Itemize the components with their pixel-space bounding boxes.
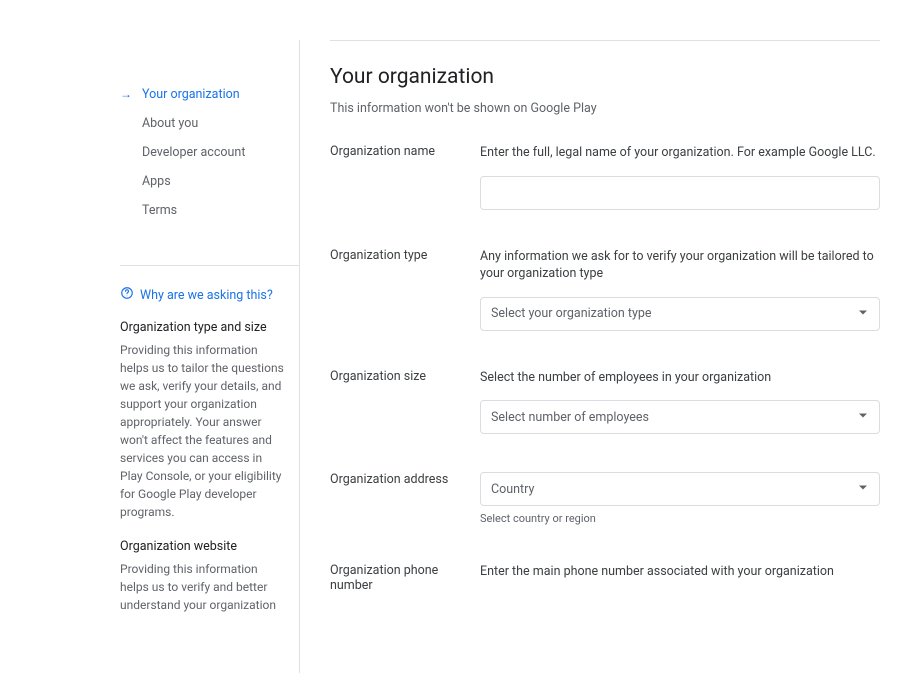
org-name-field: Enter the full, legal name of your organ… xyxy=(480,144,880,210)
org-name-input[interactable] xyxy=(480,176,880,210)
page-subtitle: This information won't be shown on Googl… xyxy=(330,101,880,116)
sidebar: → Your organization About you Developer … xyxy=(100,40,300,673)
org-address-sub-help: Select country or region xyxy=(480,512,880,525)
org-size-placeholder: Select number of employees xyxy=(491,410,649,425)
org-size-select-wrap: Select number of employees xyxy=(480,400,880,434)
nav-label: Your organization xyxy=(142,87,240,102)
help-header-text: Why are we asking this? xyxy=(140,288,273,303)
form-row-org-type: Organization type Any information we ask… xyxy=(330,248,880,331)
help-block-text: Providing this information helps us to v… xyxy=(120,560,287,614)
org-type-select[interactable]: Select your organization type xyxy=(480,297,880,331)
org-type-field: Any information we ask for to verify you… xyxy=(480,248,880,331)
org-phone-help: Enter the main phone number associated w… xyxy=(480,563,880,581)
org-address-select-wrap: Country xyxy=(480,472,880,506)
nav-label: About you xyxy=(142,116,198,131)
nav-list: → Your organization About you Developer … xyxy=(120,80,299,225)
org-address-label: Organization address xyxy=(330,472,480,487)
org-name-help: Enter the full, legal name of your organ… xyxy=(480,144,880,162)
nav-label: Terms xyxy=(142,203,177,218)
sidebar-item-developer-account[interactable]: Developer account xyxy=(120,138,299,167)
help-header[interactable]: Why are we asking this? xyxy=(120,286,287,304)
org-size-label: Organization size xyxy=(330,369,480,384)
top-rule xyxy=(330,40,880,41)
org-type-select-wrap: Select your organization type xyxy=(480,297,880,331)
help-circle-icon xyxy=(120,286,140,304)
org-address-placeholder: Country xyxy=(491,482,534,497)
org-size-help: Select the number of employees in your o… xyxy=(480,369,880,387)
sidebar-item-about-you[interactable]: About you xyxy=(120,109,299,138)
form-row-org-phone: Organization phone number Enter the main… xyxy=(330,563,880,595)
org-type-help: Any information we ask for to verify you… xyxy=(480,248,880,283)
org-address-field: Country Select country or region xyxy=(480,472,880,525)
help-block-title: Organization type and size xyxy=(120,320,287,335)
arrow-right-icon: → xyxy=(120,87,132,101)
divider xyxy=(120,265,299,266)
form-row-org-address: Organization address Country Select coun… xyxy=(330,472,880,525)
main-content: Your organization This information won't… xyxy=(300,40,900,673)
sidebar-item-terms[interactable]: Terms xyxy=(120,196,299,225)
org-name-label: Organization name xyxy=(330,144,480,159)
help-section: Why are we asking this? Organization typ… xyxy=(120,286,299,614)
help-block-text: Providing this information helps us to t… xyxy=(120,341,287,521)
help-block-title: Organization website xyxy=(120,539,287,554)
sidebar-item-apps[interactable]: Apps xyxy=(120,167,299,196)
page-title: Your organization xyxy=(330,65,880,89)
help-block-website: Organization website Providing this info… xyxy=(120,539,287,614)
nav-label: Developer account xyxy=(142,145,245,160)
sidebar-item-your-organization[interactable]: → Your organization xyxy=(120,80,299,109)
org-type-label: Organization type xyxy=(330,248,480,263)
org-size-select[interactable]: Select number of employees xyxy=(480,400,880,434)
org-size-field: Select the number of employees in your o… xyxy=(480,369,880,435)
org-phone-field: Enter the main phone number associated w… xyxy=(480,563,880,595)
org-type-placeholder: Select your organization type xyxy=(491,306,652,321)
org-phone-label: Organization phone number xyxy=(330,563,480,593)
form-row-org-name: Organization name Enter the full, legal … xyxy=(330,144,880,210)
form-row-org-size: Organization size Select the number of e… xyxy=(330,369,880,435)
org-address-select[interactable]: Country xyxy=(480,472,880,506)
nav-label: Apps xyxy=(142,174,171,189)
help-block-type-size: Organization type and size Providing thi… xyxy=(120,320,287,521)
